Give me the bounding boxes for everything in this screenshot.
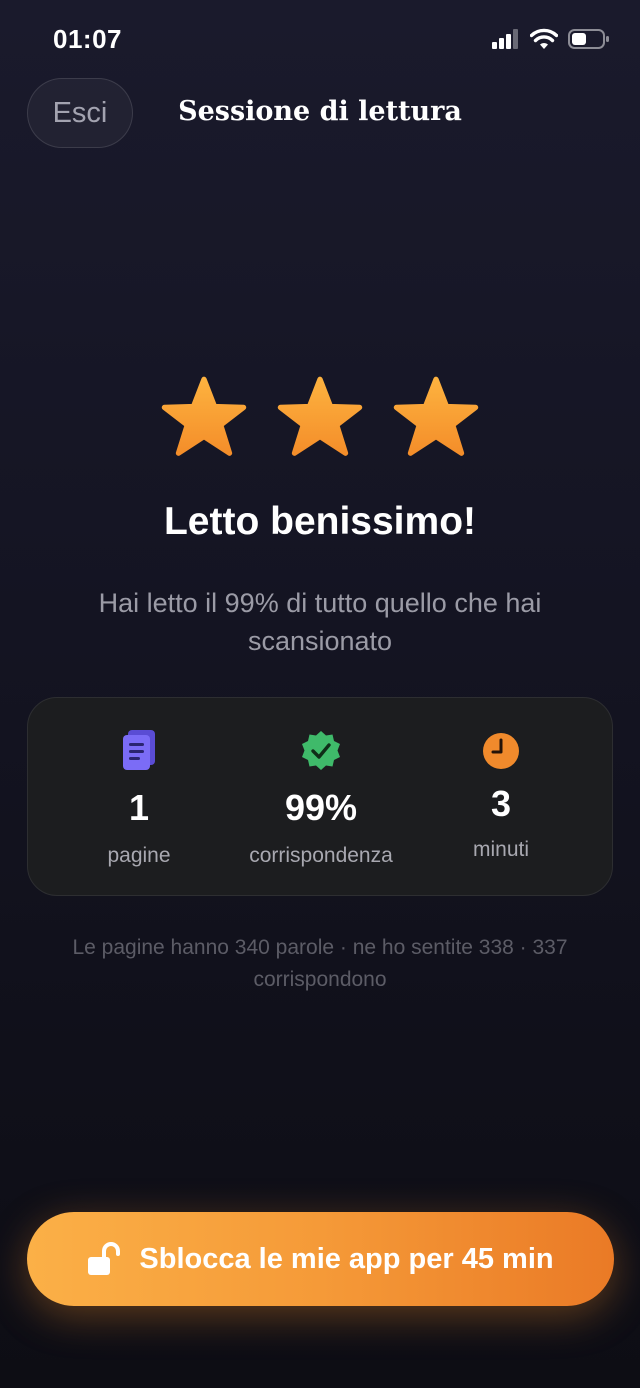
stat-value: 3 [490,783,512,824]
stat-label: corrispondenza [249,844,393,867]
stat-value: 99% [284,787,358,828]
stat-match: 99% corrispondenza [226,730,416,868]
stat-value: 1 [128,787,150,828]
result-subtitle: Hai letto il 99% di tutto quello che hai… [98,588,542,656]
status-bar: 01:07 [0,0,640,80]
star-icon [161,376,247,456]
stat-label: pagine [107,844,171,867]
page-title: Sessione di lettura [178,96,462,127]
stat-label: minuti [472,838,530,861]
unlock-apps-button[interactable]: Sblocca le mie app per 45 min [27,1212,614,1306]
document-icon [123,730,155,770]
result-headline: Letto benissimo! [163,500,477,543]
stats-card: 1 pagine 99% corrispondenza 3 minuti [27,697,613,896]
unlock-button-label: Sblocca le mie app per 45 min [139,1242,554,1275]
word-count-note: Le pagine hanno 340 parole · ne ho senti… [72,936,568,991]
signal-icon [492,29,518,49]
wifi-icon [530,28,558,49]
unlock-icon [88,1242,121,1275]
battery-icon [568,29,609,49]
status-time: 01:07 [53,24,122,54]
star-rating [0,374,640,462]
clock-icon [483,733,519,769]
star-icon [393,376,479,456]
stat-minutes: 3 minuti [406,730,596,862]
status-icons [492,28,610,50]
verified-badge-icon [302,731,340,770]
stat-pages: 1 pagine [44,730,234,868]
star-icon [277,376,363,456]
